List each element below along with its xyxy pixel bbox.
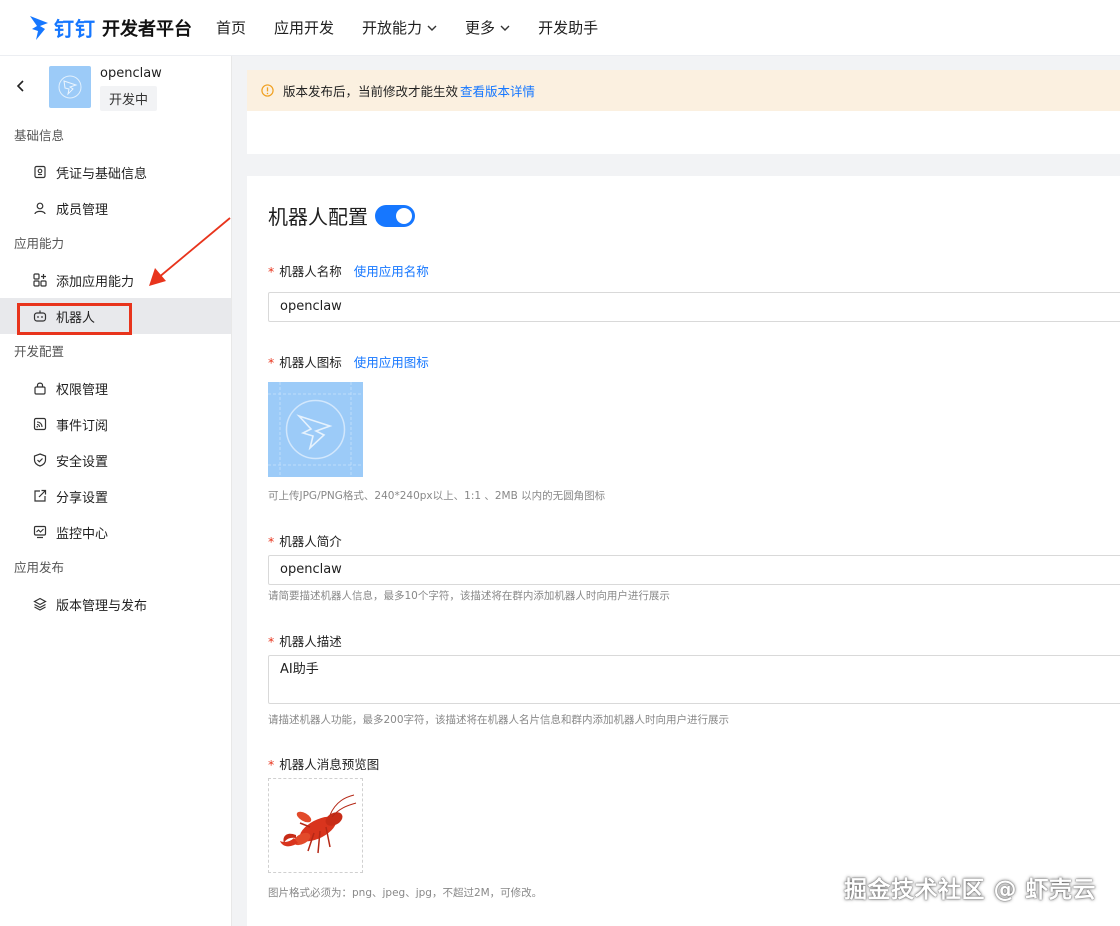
robot-preview-hint: 图片格式必须为：png、jpeg、jpg，不超过2M，可修改。 xyxy=(268,887,543,899)
logo-brand: 钉钉 xyxy=(54,17,96,41)
nav-home[interactable]: 首页 xyxy=(216,17,246,38)
robot-icon xyxy=(33,310,47,322)
section-title-publish: 应用发布 xyxy=(14,560,65,575)
sidebar-item-permissions[interactable]: 权限管理 xyxy=(0,370,231,406)
robot-enable-toggle[interactable] xyxy=(375,204,415,227)
share-icon xyxy=(34,489,47,502)
monitor-icon xyxy=(33,525,47,539)
status-badge: 开发中 xyxy=(100,86,158,111)
section-title-basic: 基础信息 xyxy=(14,128,65,143)
nav-open-capability[interactable]: 开放能力 xyxy=(362,17,437,38)
info-icon xyxy=(261,84,274,97)
lobster-image xyxy=(279,794,356,853)
sidebar-item-robot[interactable]: 机器人 xyxy=(0,298,231,334)
previous-section-card xyxy=(247,111,1120,154)
view-version-link[interactable]: 查看版本详情 xyxy=(460,81,535,100)
app-header: openclaw 开发中 xyxy=(0,56,231,118)
sidebar-item-versions[interactable]: 版本管理与发布 xyxy=(0,586,231,622)
credential-icon xyxy=(34,165,46,179)
sidebar-item-monitor[interactable]: 监控中心 xyxy=(0,514,231,550)
dingtalk-logo-icon xyxy=(30,15,48,40)
nav-dev-assistant[interactable]: 开发助手 xyxy=(538,17,598,38)
back-arrow-icon[interactable] xyxy=(14,78,28,94)
robot-intro-label: * 机器人简介 xyxy=(268,534,342,549)
sidebar-item-events[interactable]: 事件订阅 xyxy=(0,406,231,442)
top-nav: 钉钉 开发者平台 首页 应用开发 开放能力 更多 开发助手 xyxy=(0,0,1120,56)
nav-more[interactable]: 更多 xyxy=(465,17,510,38)
lock-icon xyxy=(34,382,46,395)
logo[interactable]: 钉钉 开发者平台 xyxy=(28,13,210,42)
robot-name-input[interactable]: openclaw xyxy=(268,292,1120,322)
shield-icon xyxy=(33,453,47,467)
publish-notice-banner: 版本发布后，当前修改才能生效 查看版本详情 xyxy=(247,70,1120,111)
robot-preview-image[interactable] xyxy=(268,778,363,873)
nav-app-dev[interactable]: 应用开发 xyxy=(274,17,334,38)
sidebar: openclaw 开发中 基础信息 凭证与基础信息 成员管理 应用能力 添加应用… xyxy=(0,56,232,926)
sidebar-item-members[interactable]: 成员管理 xyxy=(0,190,231,226)
user-icon xyxy=(34,202,46,215)
banner-text: 版本发布后，当前修改才能生效 xyxy=(283,84,459,99)
logo-title: 开发者平台 xyxy=(102,18,192,40)
chevron-down-icon xyxy=(500,25,510,31)
dingtalk-logo-icon xyxy=(58,75,82,99)
rss-icon xyxy=(33,417,47,431)
robot-config-card: 机器人配置 * 机器人名称 使用应用名称 openclaw * 机器人图标 使用应用图标… xyxy=(247,176,1120,926)
sidebar-item-share[interactable]: 分享设置 xyxy=(0,478,231,514)
section-title-capability: 应用能力 xyxy=(14,236,65,251)
sidebar-item-add-capability[interactable]: 添加应用能力 xyxy=(0,262,231,298)
robot-intro-input[interactable]: openclaw xyxy=(268,555,1120,585)
robot-preview-label: * 机器人消息预览图 xyxy=(268,757,380,772)
watermark: 掘金技术社区 @ 虾壳云 xyxy=(843,877,1096,903)
use-app-icon-link[interactable]: 使用应用图标 xyxy=(354,355,429,370)
sidebar-item-security[interactable]: 安全设置 xyxy=(0,442,231,478)
use-app-name-link[interactable]: 使用应用名称 xyxy=(354,264,429,279)
robot-icon-hint: 可上传JPG/PNG格式、240*240px以上、1:1 、2MB 以内的无圆角… xyxy=(268,490,606,502)
section-title-dev-config: 开发配置 xyxy=(14,344,65,359)
robot-desc-hint: 请描述机器人功能，最多200字符，该描述将在机器人名片信息和群内添加机器人时向用… xyxy=(268,714,730,726)
app-name: openclaw xyxy=(100,66,162,81)
robot-desc-textarea[interactable]: AI助手 xyxy=(268,655,1120,704)
app-avatar xyxy=(49,66,91,108)
robot-config-title: 机器人配置 xyxy=(268,201,415,230)
layers-icon xyxy=(33,597,47,611)
robot-icon-upload[interactable] xyxy=(268,382,363,477)
robot-intro-hint: 请简要描述机器人信息，最多10个字符，该描述将在群内添加机器人时向用户进行展示 xyxy=(268,590,670,602)
apps-add-icon xyxy=(33,273,47,287)
robot-desc-label: * 机器人描述 xyxy=(268,634,342,649)
robot-icon-label: * 机器人图标 使用应用图标 xyxy=(268,355,429,370)
sidebar-item-credentials[interactable]: 凭证与基础信息 xyxy=(0,154,231,190)
robot-name-label: * 机器人名称 使用应用名称 xyxy=(268,264,429,279)
chevron-down-icon xyxy=(427,25,437,31)
dingtalk-logo-icon xyxy=(268,382,363,477)
